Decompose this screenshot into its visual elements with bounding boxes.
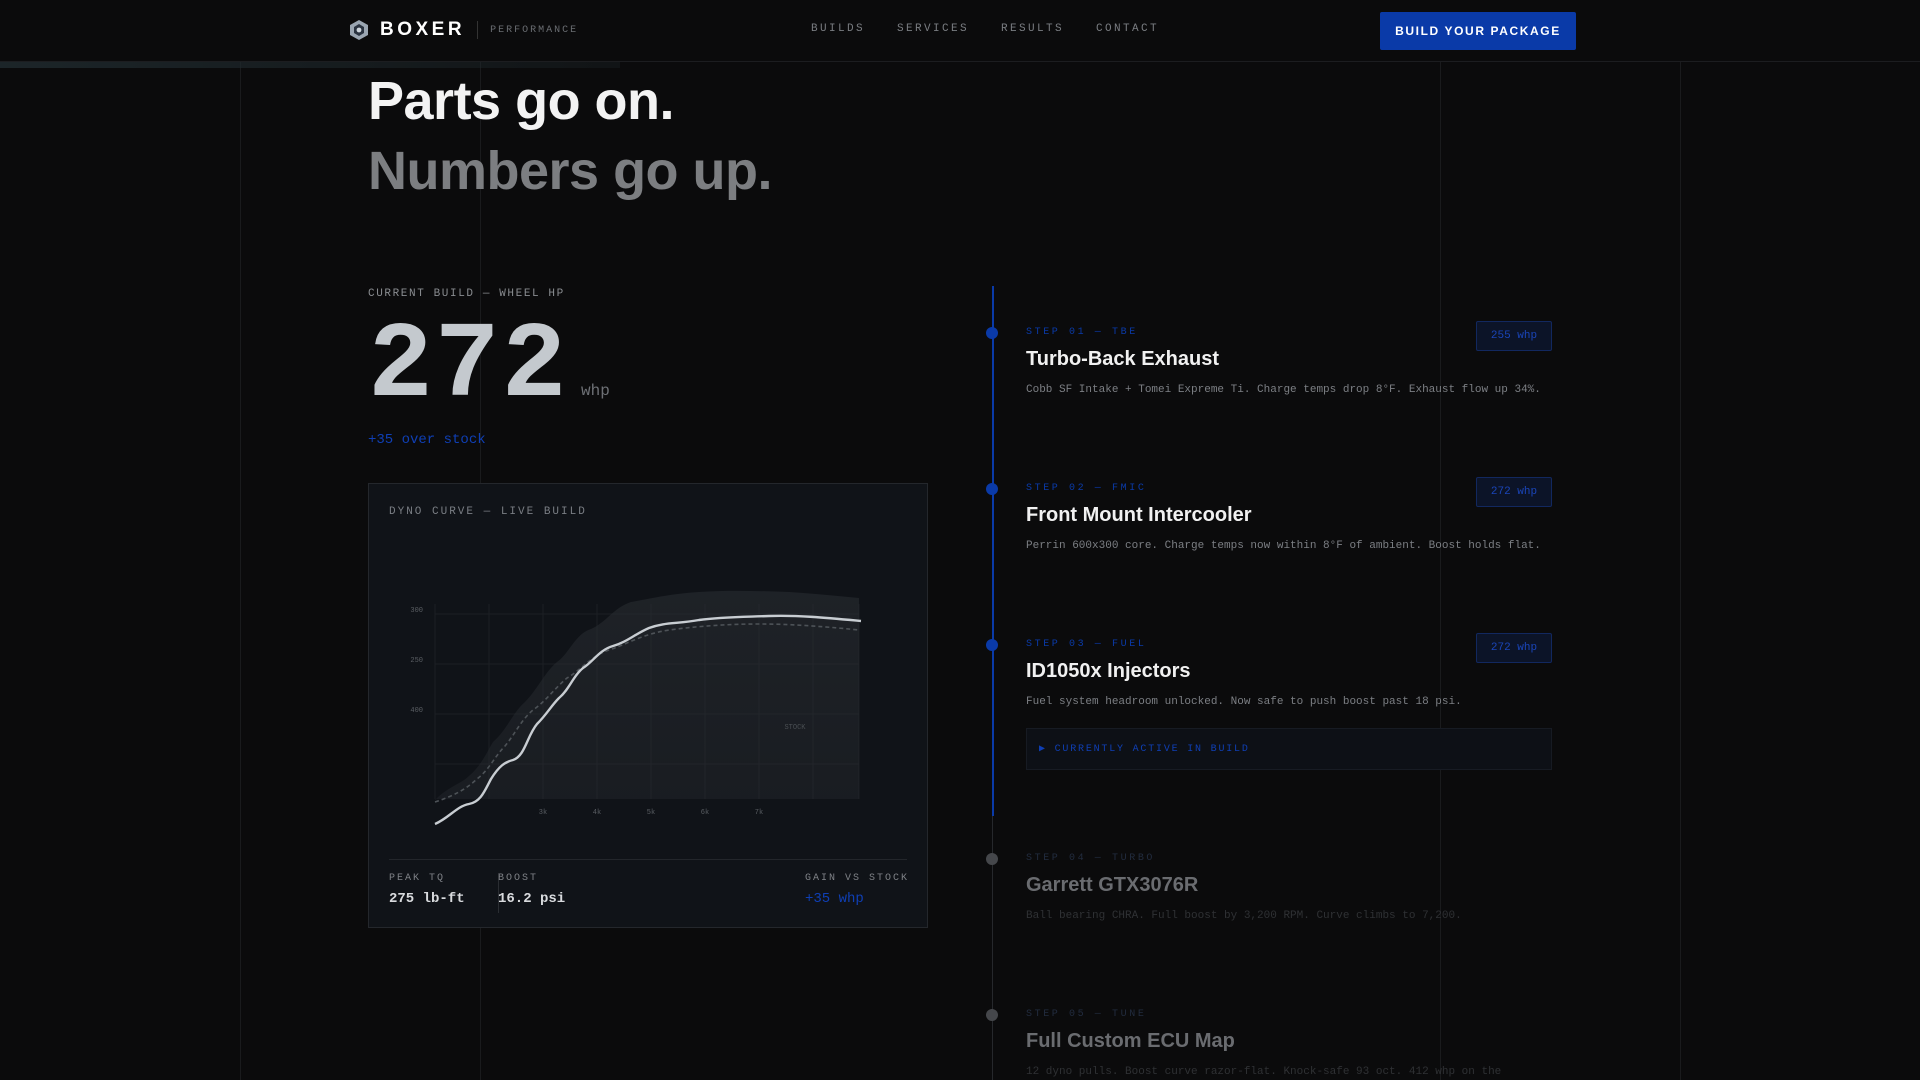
step-dot-upcoming (986, 1009, 998, 1021)
step-description: Perrin 600x300 core. Charge temps now wi… (1026, 540, 1541, 552)
bg-gridline (1440, 62, 1441, 1080)
top-nav: BOXER PERFORMANCE BUILDS SERVICES RESULT… (0, 0, 1920, 62)
stat-peak-torque: PEAK TQ 275 lb-ft (389, 873, 465, 907)
timeline-progress-line (992, 286, 994, 816)
step-whp-badge: 255 whp (1476, 321, 1552, 351)
step-tag: STEP 03 — FUEL (1026, 639, 1147, 650)
dyno-card: DYNO CURVE — LIVE BUILD 300 250 400 3k 4… (368, 483, 928, 928)
x-tick-label: 3k (539, 809, 547, 817)
brand-subtitle: PERFORMANCE (490, 24, 579, 36)
step-title: ID1050x Injectors (1026, 660, 1191, 682)
bg-gridline (240, 62, 241, 1080)
stock-curve-label: STOCK (784, 724, 806, 732)
timeline-step-active[interactable]: STEP 03 — FUEL ID1050x Injectors Fuel sy… (986, 633, 1552, 770)
gain-over-stock: +35 over stock (368, 432, 486, 448)
whp-unit: whp (581, 382, 610, 400)
stat-value: +35 whp (805, 891, 864, 907)
timeline-step[interactable]: STEP 02 — FMIC Front Mount Intercooler P… (986, 477, 1552, 552)
x-tick-label: 7k (755, 809, 763, 817)
timeline-step-upcoming[interactable]: STEP 04 — TURBO Garrett GTX3076R Ball be… (986, 853, 1552, 922)
nav-link-results[interactable]: RESULTS (1001, 23, 1064, 35)
step-tag: STEP 02 — FMIC (1026, 483, 1147, 494)
step-description: Ball bearing CHRA. Full boost by 3,200 R… (1026, 910, 1462, 922)
step-description: 12 dyno pulls. Boost curve razor-flat. K… (1026, 1066, 1502, 1078)
step-dot-active (986, 639, 998, 651)
step-dot-upcoming (986, 853, 998, 865)
y-tick-label: 300 (410, 607, 423, 615)
card-divider (389, 859, 907, 860)
stat-label: PEAK TQ (389, 873, 446, 884)
nav-link-builds[interactable]: BUILDS (811, 23, 865, 35)
step-title: Turbo-Back Exhaust (1026, 348, 1219, 370)
timeline-step[interactable]: STEP 01 — TBE Turbo-Back Exhaust Cobb SF… (986, 321, 1552, 396)
hero-headline: Parts go on. (368, 71, 675, 131)
timeline-step-upcoming[interactable]: STEP 05 — TUNE Full Custom ECU Map 12 dy… (986, 1009, 1552, 1078)
active-build-indicator: ▶ CURRENTLY ACTIVE IN BUILD (1026, 728, 1552, 770)
stat-label: BOOST (498, 873, 539, 884)
step-tag: STEP 04 — TURBO (1026, 853, 1156, 864)
step-whp-badge: 272 whp (1476, 633, 1552, 663)
step-dot-complete (986, 483, 998, 495)
stat-value: 16.2 psi (498, 891, 566, 907)
step-tag: STEP 05 — TUNE (1026, 1009, 1147, 1020)
stat-label: GAIN VS STOCK (805, 873, 910, 884)
build-package-button[interactable]: BUILD YOUR PACKAGE (1380, 12, 1576, 50)
current-build-label: CURRENT BUILD — WHEEL HP (368, 288, 565, 300)
stat-boost: BOOST 16.2 psi (498, 873, 565, 907)
nav-link-contact[interactable]: CONTACT (1096, 23, 1159, 35)
x-tick-label: 5k (647, 809, 655, 817)
y-tick-label: 250 (410, 657, 423, 665)
x-tick-label: 6k (701, 809, 709, 817)
nav-link-services[interactable]: SERVICES (897, 23, 969, 35)
nav-links: BUILDS SERVICES RESULTS CONTACT (811, 23, 1159, 35)
dyno-chart: 300 250 400 3k 4k 5k 6k 7k STOCK (410, 590, 862, 826)
current-whp-value: 272 (368, 306, 569, 428)
hero-subheadline: Numbers go up. (368, 141, 773, 201)
step-whp-badge: 272 whp (1476, 477, 1552, 507)
step-description: Cobb SF Intake + Tomei Expreme Ti. Charg… (1026, 384, 1541, 396)
step-description: Fuel system headroom unlocked. Now safe … (1026, 696, 1462, 708)
y-tick-label: 400 (410, 707, 423, 715)
bg-gridline (1680, 62, 1681, 1080)
x-tick-label: 4k (593, 809, 601, 817)
boxer-engine-icon (350, 20, 368, 40)
step-title: Garrett GTX3076R (1026, 874, 1199, 896)
brand-divider (477, 21, 479, 39)
brand-logo[interactable]: BOXER PERFORMANCE (348, 19, 578, 41)
stat-gain-vs-stock: GAIN VS STOCK +35 whp (805, 873, 909, 907)
stat-value: 275 lb-ft (389, 891, 465, 907)
brand-name: BOXER (380, 19, 466, 40)
step-title: Full Custom ECU Map (1026, 1030, 1235, 1052)
step-tag: STEP 01 — TBE (1026, 327, 1138, 338)
step-dot-complete (986, 327, 998, 339)
step-title: Front Mount Intercooler (1026, 504, 1252, 526)
